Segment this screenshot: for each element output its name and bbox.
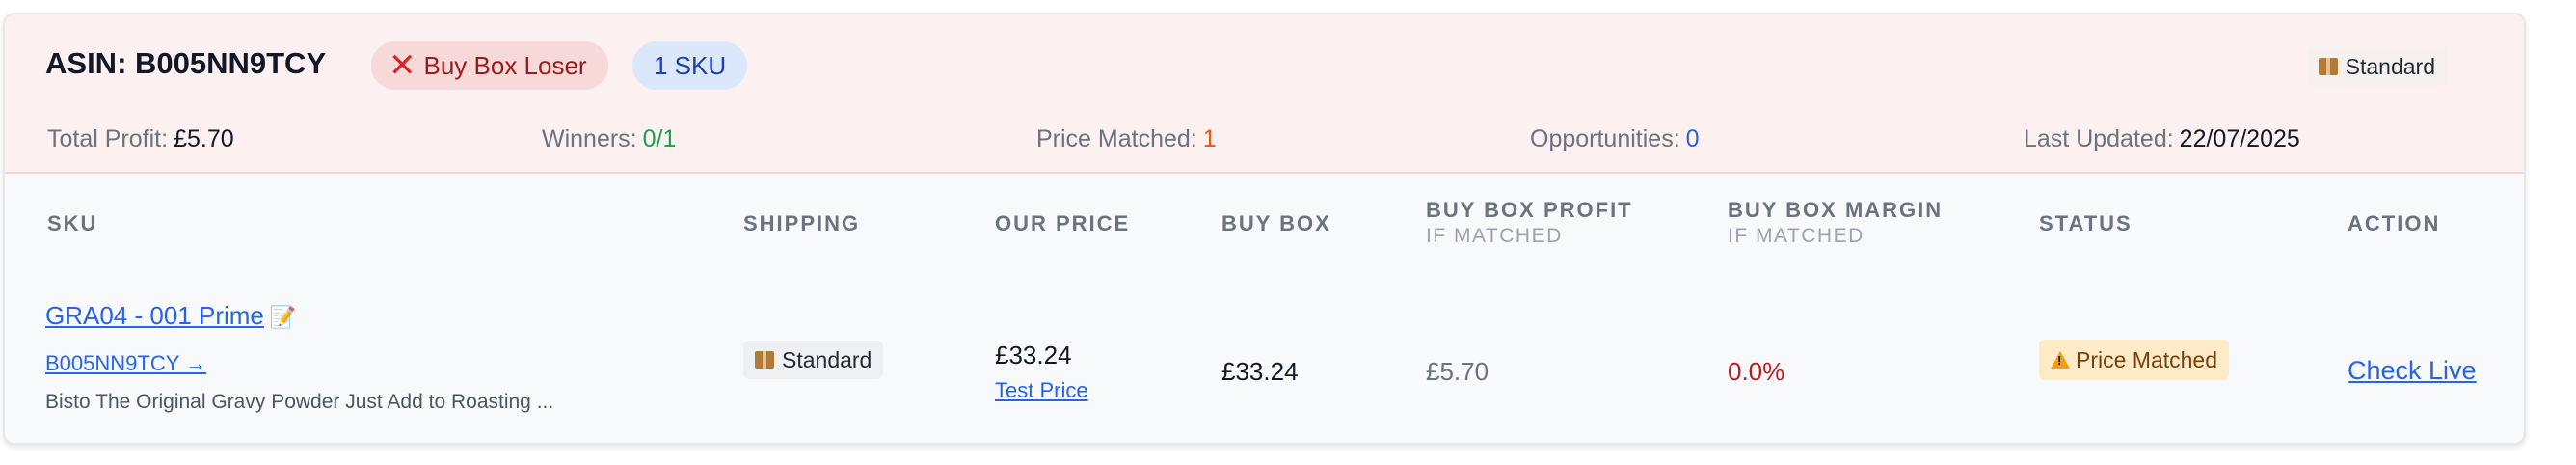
opportunities-value: 0 [1685,125,1700,152]
winners-label: Winners: [542,125,637,152]
shipping-type-badge: Standard [2306,47,2447,86]
column-header-sku: SKU [47,211,98,235]
asin-card: ASIN: B005NN9TCY ✕ Buy Box Loser 1 SKU S… [3,13,2526,445]
total-profit-label: Total Profit: [47,125,169,152]
x-icon: ✕ [389,47,416,84]
status-label: Price Matched [2076,346,2218,372]
row-shipping-label: Standard [782,346,872,372]
test-price-link[interactable]: Test Price [995,378,1088,403]
column-subheader-buy-box-profit: IF MATCHED [1426,225,1563,247]
status-badge: Price Matched [2039,340,2230,380]
total-profit-value: £5.70 [174,125,234,152]
product-description: Bisto The Original Gravy Powder Just Add… [45,391,554,413]
total-profit-stat: Total Profit: £5.70 [47,125,234,153]
column-header-buy-box-profit: BUY BOX PROFIT [1426,198,1633,222]
price-matched-stat: Price Matched: 1 [1036,125,1217,153]
column-header-action: ACTION [2348,211,2441,235]
package-icon [2318,58,2338,75]
buy-box-margin-value: 0.0% [1728,357,1785,386]
column-header-buy-box-margin: BUY BOX MARGIN [1728,198,1944,222]
winners-value: 0/1 [642,125,677,152]
package-icon [755,351,774,369]
asin-link[interactable]: B005NN9TCY → [45,351,206,376]
last-updated-value: 22/07/2025 [2179,125,2300,152]
row-shipping-badge: Standard [743,341,884,379]
sku-link[interactable]: GRA04 - 001 Prime 📝 [45,301,296,331]
column-header-our-price: OUR PRICE [995,211,1131,235]
price-matched-value: 1 [1202,125,1217,152]
opportunities-label: Opportunities: [1530,125,1680,152]
asin-header: ASIN: B005NN9TCY ✕ Buy Box Loser 1 SKU S… [5,14,2524,174]
sku-count-badge: 1 SKU [632,41,748,90]
column-header-status: STATUS [2039,211,2133,235]
buy-box-loser-badge: ✕ Buy Box Loser [371,41,608,90]
column-header-buy-box: BUY BOX [1221,211,1331,235]
buy-box-value: £33.24 [1221,357,1299,386]
shipping-type-label: Standard [2345,53,2435,79]
our-price-value: £33.24 [995,341,1072,369]
asin-title: ASIN: B005NN9TCY [45,46,327,80]
buy-box-profit-value: £5.70 [1426,357,1489,386]
column-header-shipping: SHIPPING [743,211,861,235]
memo-icon: 📝 [269,305,297,329]
price-matched-label: Price Matched: [1036,125,1197,152]
warning-icon [2051,351,2070,369]
column-subheader-buy-box-margin: IF MATCHED [1728,225,1865,247]
opportunities-stat: Opportunities: 0 [1530,125,1700,153]
buy-box-loser-label: Buy Box Loser [423,50,587,80]
check-live-link[interactable]: Check Live [2348,356,2477,386]
winners-stat: Winners: 0/1 [542,125,676,153]
sku-link-label: GRA04 - 001 Prime [45,301,264,330]
last-updated-stat: Last Updated: 22/07/2025 [2024,125,2300,153]
last-updated-label: Last Updated: [2024,125,2174,152]
